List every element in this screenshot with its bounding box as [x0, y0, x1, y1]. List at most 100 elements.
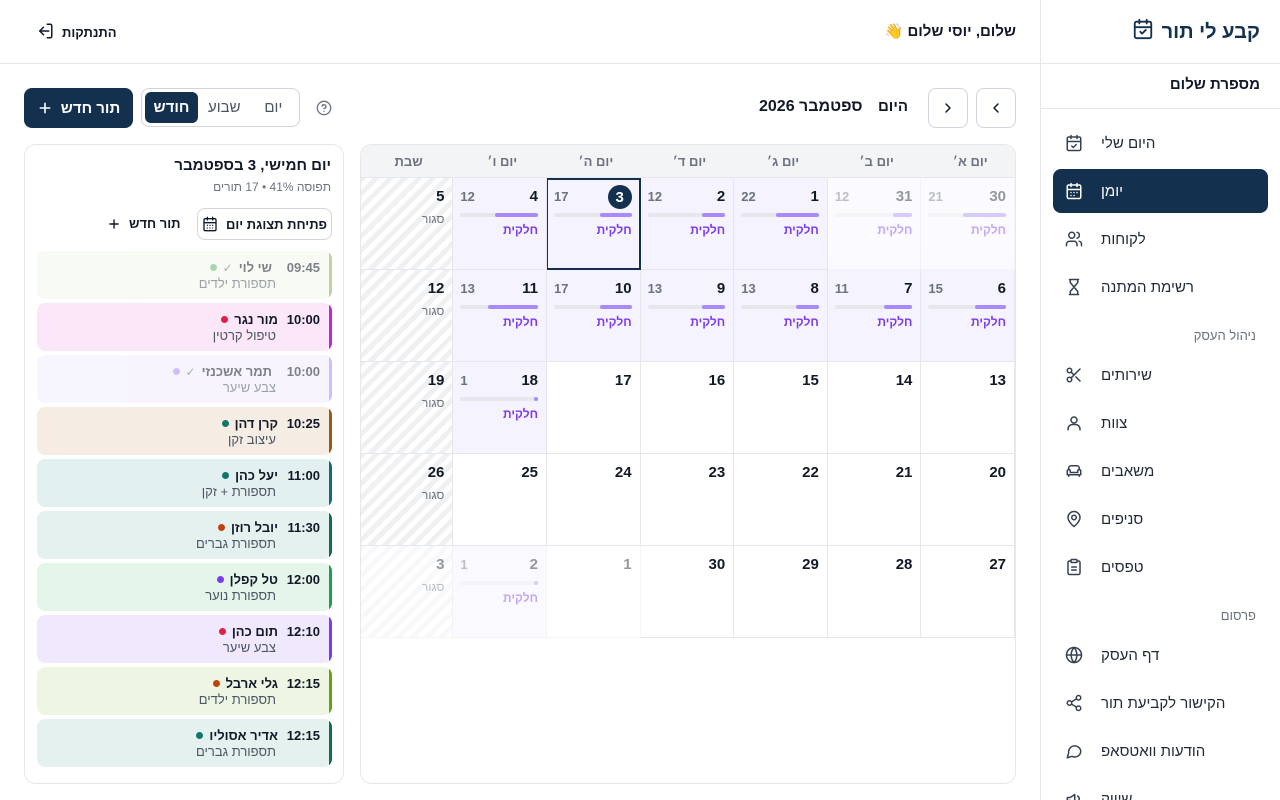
appointment-color-edge	[329, 459, 332, 507]
prev-month-button[interactable]	[976, 88, 1016, 128]
day-number: 6	[997, 280, 1006, 297]
sidebar-item-message[interactable]: הודעות וואטסאפ	[1053, 729, 1268, 773]
sidebar-item-megaphone[interactable]: שיווק	[1053, 777, 1268, 800]
appointment-time: 10:00	[286, 364, 320, 379]
calendar-day-cell[interactable]: 30	[639, 546, 735, 638]
calendar-day-cell[interactable]: 17	[546, 362, 641, 454]
appointment-card[interactable]: 10:00 מור נגר טיפול קרטין	[37, 303, 332, 351]
client-name: יובל רוזן	[230, 520, 278, 535]
check-icon: ✓	[185, 364, 196, 379]
partial-label: חלקית	[877, 315, 913, 329]
appointment-count: 17	[554, 189, 569, 204]
open-day-view-button[interactable]: פתיחת תצוגת יום	[197, 208, 332, 240]
calendar-day-cell[interactable]: 12 סגור	[361, 270, 454, 362]
day-panel: יום חמישי, 3 בספטמבר תפוסה 41% • 17 תורי…	[24, 144, 344, 784]
calendar-day-cell[interactable]: 29	[733, 546, 828, 638]
calendar-day-cell[interactable]: 2 12 חלקית	[639, 178, 735, 270]
new-appointment-label: תור חדש	[60, 99, 121, 117]
sidebar-item-user[interactable]: צוות	[1053, 401, 1268, 445]
calendar-day-cell[interactable]: 11 13 חלקית	[452, 270, 547, 362]
occupancy-bar	[460, 213, 538, 217]
calendar-day-cell[interactable]: 2 1 חלקית	[452, 546, 547, 638]
calendar-day-cell[interactable]: 31 12 חלקית	[826, 178, 922, 270]
calendar-day-cell[interactable]: 4 12 חלקית	[452, 178, 547, 270]
salon-name[interactable]: מספרת שלום	[1170, 76, 1260, 93]
calendar-day-cell[interactable]: 13	[920, 362, 1015, 454]
add-appointment-button[interactable]: תור חדש	[107, 216, 181, 231]
sidebar-item-label: דף העסק	[1101, 646, 1160, 664]
appointment-time: 09:45	[286, 260, 320, 275]
calendar-day-cell[interactable]: 25	[452, 454, 547, 546]
calendar-day-cell[interactable]: 20	[920, 454, 1015, 546]
calendar-day-cell[interactable]: 8 13 חלקית	[733, 270, 828, 362]
calendar-day-cell[interactable]: 26 סגור	[361, 454, 454, 546]
calendar-day-cell[interactable]: 28	[826, 546, 922, 638]
calendar-day-cell[interactable]: 22	[733, 454, 828, 546]
status-dot	[172, 368, 180, 375]
sidebar-item-calendar-check[interactable]: היום שלי	[1053, 121, 1268, 165]
calendar-day-cell[interactable]: 1 22 חלקית	[733, 178, 828, 270]
calendar-day-cell[interactable]: 18 1 חלקית	[452, 362, 547, 454]
calendar-day-cell[interactable]: 6 15 חלקית	[920, 270, 1015, 362]
day-number: 7	[904, 280, 913, 297]
appointment-color-edge	[329, 407, 332, 455]
sidebar-item-label: הקישור לקביעת תור	[1101, 694, 1226, 712]
view-day-tab[interactable]: יום	[251, 92, 296, 123]
calendar-day-cell[interactable]: 7 11 חלקית	[826, 270, 922, 362]
sidebar-item-share[interactable]: הקישור לקביעת תור	[1053, 681, 1268, 725]
sidebar-item-clipboard[interactable]: טפסים	[1053, 545, 1268, 589]
partial-label: חלקית	[503, 407, 538, 421]
weekday-header: יום א׳ יום ב׳ יום ג׳ יום ד׳ יום ה׳ יום ו׳ שבת	[361, 145, 1015, 178]
calendar-day-cell[interactable]: 15	[733, 362, 828, 454]
sidebar-item-globe[interactable]: דף העסק	[1053, 633, 1268, 677]
sidebar-item-sofa[interactable]: משאבים	[1053, 449, 1268, 493]
logout-label: התנתקות	[62, 25, 117, 40]
calendar-day-cell[interactable]: 27	[920, 546, 1015, 638]
calendar-day-cell[interactable]: 3 17 חלקית	[546, 178, 641, 270]
logout-button[interactable]: התנתקות	[36, 22, 117, 43]
sidebar-item-map-pin[interactable]: סניפים	[1053, 497, 1268, 541]
view-week-tab[interactable]: שבוע	[198, 92, 251, 123]
calendar-day-cell[interactable]: 9 13 חלקית	[639, 270, 735, 362]
calendar-day-cell[interactable]: 1	[546, 546, 641, 638]
calendar-day-cell[interactable]: 23	[639, 454, 735, 546]
new-appointment-button[interactable]: תור חדש	[24, 88, 133, 128]
calendar-day-cell[interactable]: 3 סגור	[361, 546, 454, 638]
view-month-tab[interactable]: חודש	[145, 92, 198, 123]
sidebar-item-scissors[interactable]: שירותים	[1053, 353, 1268, 397]
occupancy-fill	[495, 213, 538, 217]
calendar-day-cell[interactable]: 14	[826, 362, 922, 454]
appointment-count: 13	[647, 281, 663, 296]
sidebar-item-hourglass[interactable]: רשימת המתנה	[1053, 265, 1268, 309]
appointment-card[interactable]: 12:15 גלי ארבל תספורת ילדים	[37, 667, 332, 715]
day-number: 12	[427, 280, 445, 297]
next-month-button[interactable]	[928, 88, 968, 128]
appointment-card[interactable]: 10:00 תמר אשכנזי ✓ צבע שיער	[37, 355, 332, 403]
appointment-count: 15	[928, 281, 943, 296]
appointment-card[interactable]: 11:30 יובל רוזן תספורת גברים	[37, 511, 332, 559]
weekday-label: יום ג׳	[766, 154, 800, 169]
partial-label: חלקית	[503, 591, 538, 605]
sidebar-item-calendar[interactable]: יומן	[1053, 169, 1268, 213]
appointment-client: יובל רוזן	[217, 520, 278, 535]
appointment-card[interactable]: 12:00 טל קפלן תספורת נוער	[37, 563, 332, 611]
day-number: 23	[708, 464, 726, 481]
calendar-day-cell[interactable]: 21	[826, 454, 922, 546]
appointment-card[interactable]: 11:00 יעל כהן תספורת + זקן	[37, 459, 332, 507]
appointment-card[interactable]: 09:45 שי לוי ✓ תספורת ילדים	[37, 251, 332, 299]
day-number: 4	[529, 188, 538, 205]
appointment-card[interactable]: 12:10 תום כהן צבע שיער	[37, 615, 332, 663]
calendar-day-cell[interactable]: 5 סגור	[361, 178, 454, 270]
calendar-day-cell[interactable]: 24	[546, 454, 641, 546]
brand[interactable]: קבע לי תור	[1132, 18, 1260, 46]
calendar-day-cell[interactable]: 30 21 חלקית	[920, 178, 1015, 270]
calendar-day-cell[interactable]: 10 17 חלקית	[546, 270, 641, 362]
help-icon[interactable]	[316, 100, 332, 116]
today-button[interactable]: היום	[878, 98, 908, 115]
calendar-day-cell[interactable]: 16	[639, 362, 735, 454]
calendar-day-cell[interactable]: 19 סגור	[361, 362, 454, 454]
app-root: קבע לי תור מספרת שלום היום שלי יומן לקוחות…	[0, 0, 1280, 800]
appointment-card[interactable]: 10:25 קרן דהן עיצוב זקן	[37, 407, 332, 455]
sidebar-item-users[interactable]: לקוחות	[1053, 217, 1268, 261]
appointment-card[interactable]: 12:15 אדיר אסוליו תספורת גברים	[37, 719, 332, 767]
